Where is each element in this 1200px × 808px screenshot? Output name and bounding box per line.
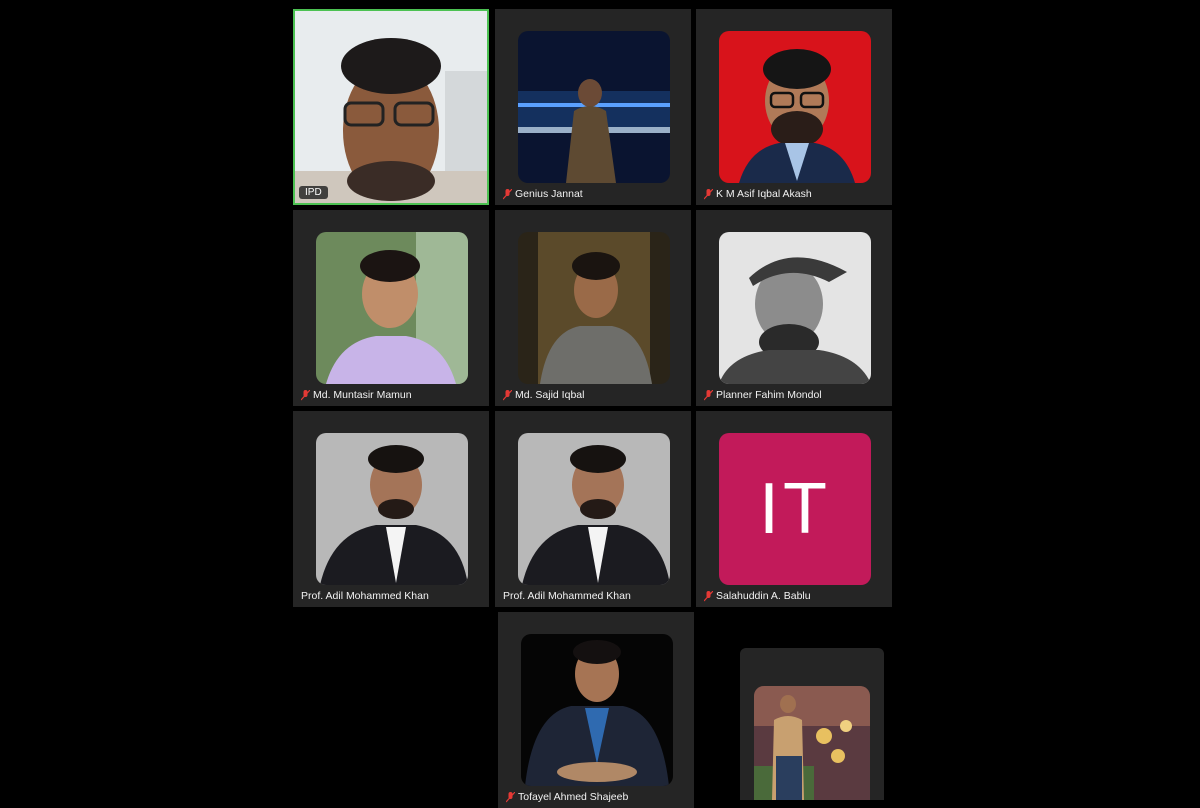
participant-label: Prof. Adil Mohammed Khan	[503, 590, 631, 602]
mic-muted-icon	[704, 389, 713, 400]
participant-name: Md. Sajid Iqbal	[515, 389, 585, 401]
participant-label: Md. Muntasir Mamun	[301, 389, 412, 401]
participant-photo	[719, 31, 871, 183]
mic-muted-icon	[301, 389, 310, 400]
participant-tile[interactable]: Md. Muntasir Mamun	[293, 210, 489, 406]
participant-tile[interactable]: Prof. Adil Mohammed Khan	[293, 411, 489, 607]
participant-label: Salahuddin A. Bablu	[704, 590, 811, 602]
participant-photo	[316, 433, 468, 585]
participant-tile[interactable]: Genius Jannat	[495, 9, 691, 205]
participant-photo	[518, 31, 670, 183]
participant-label: Md. Sajid Iqbal	[503, 389, 584, 401]
participant-photo	[518, 433, 670, 585]
participant-name: Planner Fahim Mondol	[716, 389, 822, 401]
participant-video	[295, 11, 487, 203]
participant-tile[interactable]: Prof. Adil Mohammed Khan	[495, 411, 691, 607]
participant-name: Prof. Adil Mohammed Khan	[301, 590, 429, 602]
participant-tile-ipd[interactable]: IPD	[293, 9, 489, 205]
participant-name: Md. Muntasir Mamun	[313, 389, 412, 401]
participant-photo	[521, 634, 673, 786]
participant-name: K M Asif Iqbal Akash	[716, 188, 812, 200]
participant-label: K M Asif Iqbal Akash	[704, 188, 812, 200]
participant-label: Planner Fahim Mondol	[704, 389, 822, 401]
avatar-initials: IT	[759, 469, 831, 549]
mic-muted-icon	[506, 791, 515, 802]
participant-label: Prof. Adil Mohammed Khan	[301, 590, 429, 602]
participant-name: Tofayel Ahmed Shajeeb	[518, 791, 629, 803]
participant-avatar: IT	[719, 433, 871, 585]
participant-photo	[719, 232, 871, 384]
participant-name: Genius Jannat	[515, 188, 583, 200]
participant-label: Genius Jannat	[503, 188, 583, 200]
participant-photo	[754, 686, 870, 800]
mic-muted-icon	[503, 389, 512, 400]
participant-tile[interactable]: Planner Fahim Mondol	[696, 210, 892, 406]
mic-muted-icon	[503, 188, 512, 199]
participant-tile[interactable]: IT Salahuddin A. Bablu	[696, 411, 892, 607]
participant-name: Prof. Adil Mohammed Khan	[503, 590, 631, 602]
participant-tile[interactable]: Tofayel Ahmed Shajeeb	[498, 612, 694, 808]
participant-name: Salahuddin A. Bablu	[716, 590, 811, 602]
participant-tile[interactable]: Md. Sajid Iqbal	[495, 210, 691, 406]
participant-name: IPD	[299, 186, 328, 199]
mic-muted-icon	[704, 590, 713, 601]
participant-photo	[518, 232, 670, 384]
participant-label: Tofayel Ahmed Shajeeb	[506, 791, 628, 803]
participant-tile[interactable]: K M Asif Iqbal Akash	[696, 9, 892, 205]
mic-muted-icon	[704, 188, 713, 199]
participant-tile[interactable]	[740, 648, 884, 800]
participant-photo	[316, 232, 468, 384]
